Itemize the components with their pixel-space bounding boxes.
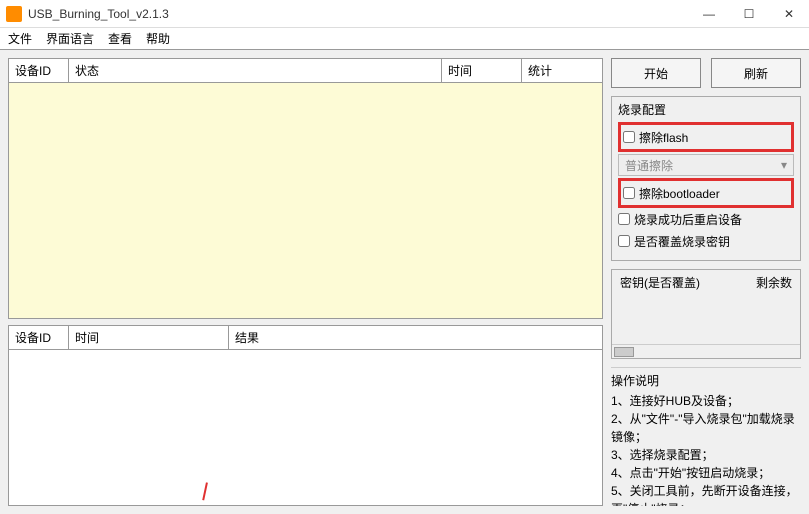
menu-language[interactable]: 界面语言 bbox=[46, 30, 94, 47]
erase-flash-label: 擦除flash bbox=[639, 129, 688, 146]
reboot-after-checkbox[interactable] bbox=[618, 213, 630, 225]
col-result-time[interactable]: 时间 bbox=[69, 326, 229, 350]
key-scrollbar[interactable] bbox=[612, 344, 800, 358]
result-table: 设备ID 时间 结果 bbox=[8, 325, 603, 506]
refresh-button[interactable]: 刷新 bbox=[711, 58, 801, 88]
instruction-line: 1、连接好HUB及设备； bbox=[611, 392, 801, 410]
erase-flash-checkbox[interactable] bbox=[623, 131, 635, 143]
erase-mode-value: 普通擦除 bbox=[625, 157, 673, 174]
instructions-panel: 操作说明 1、连接好HUB及设备； 2、从"文件"-"导入烧录包"加载烧录镜像；… bbox=[611, 367, 801, 506]
reboot-after-label: 烧录成功后重启设备 bbox=[634, 211, 742, 228]
instruction-line: 2、从"文件"-"导入烧录包"加载烧录镜像； bbox=[611, 410, 801, 446]
menu-view[interactable]: 查看 bbox=[108, 30, 132, 47]
close-button[interactable]: ✕ bbox=[769, 0, 809, 28]
key-col-remaining: 剩余数 bbox=[756, 274, 792, 291]
overwrite-key-option[interactable]: 是否覆盖烧录密钥 bbox=[618, 230, 794, 252]
key-col-label: 密钥(是否覆盖) bbox=[620, 274, 700, 291]
minimize-button[interactable]: — bbox=[689, 0, 729, 28]
menu-help[interactable]: 帮助 bbox=[146, 30, 170, 47]
start-button[interactable]: 开始 bbox=[611, 58, 701, 88]
instruction-line: 3、选择烧录配置； bbox=[611, 446, 801, 464]
app-icon bbox=[6, 6, 22, 22]
col-device-id[interactable]: 设备ID bbox=[9, 59, 69, 83]
device-table-body bbox=[9, 83, 602, 318]
erase-bootloader-label: 擦除bootloader bbox=[639, 185, 720, 202]
col-result[interactable]: 结果 bbox=[229, 326, 602, 350]
instruction-line: 5、关闭工具前，先断开设备连接，再"停止"烧录； bbox=[611, 482, 801, 506]
burn-config-group: 烧录配置 擦除flash 普通擦除 ▾ 擦除bootloader 烧录成功后重启 bbox=[611, 96, 801, 261]
menu-file[interactable]: 文件 bbox=[8, 30, 32, 47]
menubar: 文件 界面语言 查看 帮助 bbox=[0, 28, 809, 50]
erase-mode-select[interactable]: 普通擦除 ▾ bbox=[618, 154, 794, 176]
overwrite-key-checkbox[interactable] bbox=[618, 235, 630, 247]
annotation-mark bbox=[202, 482, 214, 501]
reboot-after-option[interactable]: 烧录成功后重启设备 bbox=[618, 208, 794, 230]
col-status[interactable]: 状态 bbox=[69, 59, 442, 83]
overwrite-key-label: 是否覆盖烧录密钥 bbox=[634, 233, 730, 250]
erase-bootloader-checkbox[interactable] bbox=[623, 187, 635, 199]
chevron-down-icon: ▾ bbox=[781, 158, 787, 172]
titlebar: USB_Burning_Tool_v2.1.3 — ☐ ✕ bbox=[0, 0, 809, 28]
scrollbar-thumb[interactable] bbox=[614, 347, 634, 357]
erase-flash-option[interactable]: 擦除flash bbox=[623, 126, 789, 148]
col-stat[interactable]: 统计 bbox=[522, 59, 602, 83]
instructions-title: 操作说明 bbox=[611, 372, 801, 390]
erase-bootloader-option[interactable]: 擦除bootloader bbox=[623, 182, 789, 204]
key-box: 密钥(是否覆盖) 剩余数 bbox=[611, 269, 801, 359]
result-table-body bbox=[9, 350, 602, 505]
device-table: 设备ID 状态 时间 统计 bbox=[8, 58, 603, 319]
instruction-line: 4、点击"开始"按钮启动烧录； bbox=[611, 464, 801, 482]
col-time[interactable]: 时间 bbox=[442, 59, 522, 83]
window-title: USB_Burning_Tool_v2.1.3 bbox=[28, 7, 689, 21]
config-title: 烧录配置 bbox=[618, 101, 794, 118]
col-result-id[interactable]: 设备ID bbox=[9, 326, 69, 350]
maximize-button[interactable]: ☐ bbox=[729, 0, 769, 28]
